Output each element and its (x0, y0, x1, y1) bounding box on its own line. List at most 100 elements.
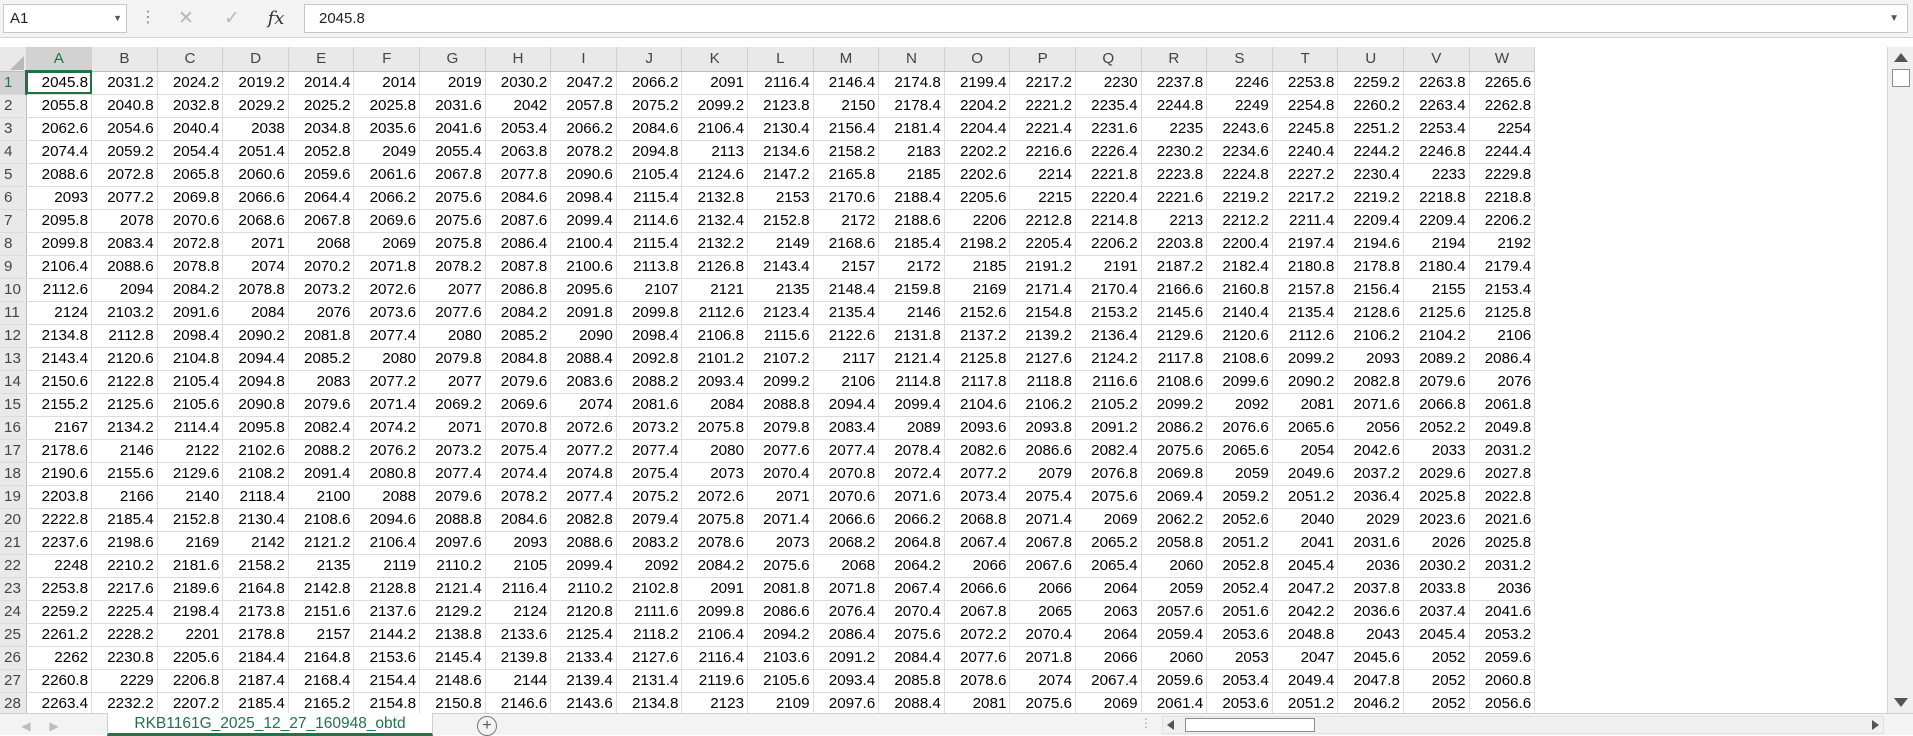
cell[interactable]: 2225.4 (91, 600, 158, 624)
cell[interactable]: 2235 (1141, 117, 1208, 141)
cell[interactable]: 2069.8 (1141, 462, 1208, 486)
cell[interactable]: 2180.8 (1272, 255, 1339, 279)
cell[interactable]: 2204.4 (944, 117, 1011, 141)
cell[interactable]: 2228.2 (91, 623, 158, 647)
cell[interactable]: 2084.2 (681, 554, 749, 578)
cell[interactable]: 2072.6 (353, 278, 421, 302)
cell[interactable]: 2135 (747, 278, 814, 302)
cell[interactable]: 2032.8 (157, 94, 224, 118)
cell[interactable]: 2076 (1469, 370, 1536, 394)
cell[interactable]: 2121.2 (288, 531, 355, 555)
cell[interactable]: 2084 (222, 301, 289, 325)
cell[interactable]: 2124.6 (681, 163, 749, 187)
cell[interactable]: 2088.8 (419, 508, 486, 532)
cell[interactable]: 2030.2 (1403, 554, 1470, 578)
row-header[interactable]: 24 (0, 600, 27, 624)
cell[interactable]: 2220.4 (1075, 186, 1142, 210)
cell[interactable]: 2185.4 (222, 692, 289, 713)
sheet-next-icon[interactable]: ▶ (46, 718, 62, 734)
cell[interactable]: 2042.6 (1337, 439, 1404, 463)
cell[interactable]: 2091 (681, 71, 749, 95)
cell[interactable]: 2081 (1272, 393, 1339, 417)
cell[interactable]: 2099.4 (550, 209, 617, 233)
cell[interactable]: 2209.4 (1403, 209, 1470, 233)
cell[interactable]: 2076 (288, 301, 355, 325)
cell[interactable]: 2120.6 (1206, 324, 1273, 348)
cell[interactable]: 2069 (1075, 508, 1142, 532)
column-header[interactable]: U (1337, 47, 1404, 72)
cell[interactable]: 2125.6 (91, 393, 158, 417)
sheet-prev-icon[interactable]: ◀ (18, 718, 34, 734)
cell[interactable]: 2080.8 (353, 462, 421, 486)
cell[interactable]: 2077.2 (944, 462, 1011, 486)
cell[interactable]: 2262 (26, 646, 93, 670)
cell[interactable]: 2205.6 (157, 646, 224, 670)
cell[interactable]: 2052.4 (1206, 577, 1273, 601)
cell[interactable]: 2061.8 (1469, 393, 1536, 417)
cell[interactable]: 2064.2 (878, 554, 945, 578)
cell[interactable]: 2191.2 (1009, 255, 1076, 279)
cell[interactable]: 2150.8 (419, 692, 486, 713)
cell[interactable]: 2115.6 (747, 324, 814, 348)
cell[interactable]: 2106.4 (681, 117, 749, 141)
cell[interactable]: 2066.2 (550, 117, 617, 141)
cell[interactable]: 2205.4 (1009, 232, 1076, 256)
cell[interactable]: 2098.4 (157, 324, 224, 348)
cell[interactable]: 2068.2 (813, 531, 880, 555)
cell[interactable]: 2071.8 (353, 255, 421, 279)
column-header[interactable]: B (91, 47, 158, 72)
row-header[interactable]: 27 (0, 669, 27, 693)
cell[interactable]: 2262.8 (1469, 94, 1536, 118)
cell[interactable]: 2158.2 (813, 140, 880, 164)
cell[interactable]: 2106.2 (1337, 324, 1404, 348)
cell[interactable]: 2131.4 (616, 669, 683, 693)
cell[interactable]: 2157 (813, 255, 880, 279)
tab-split-grip-icon[interactable]: ⋮ (1140, 716, 1153, 730)
cell[interactable]: 2119.6 (681, 669, 749, 693)
cell[interactable]: 2178.8 (222, 623, 289, 647)
cell[interactable]: 2077.4 (353, 324, 421, 348)
column-header[interactable]: P (1009, 47, 1076, 72)
cell[interactable]: 2143.6 (550, 692, 617, 713)
cell[interactable]: 2069 (353, 232, 421, 256)
cell[interactable]: 2079.8 (747, 416, 814, 440)
cell[interactable]: 2194 (1403, 232, 1470, 256)
cell[interactable]: 2158.2 (222, 554, 289, 578)
cell[interactable]: 2047.2 (1272, 577, 1339, 601)
cell[interactable]: 2081.8 (288, 324, 355, 348)
cell[interactable]: 2244.4 (1469, 140, 1536, 164)
cell[interactable]: 2134.6 (747, 140, 814, 164)
cell[interactable]: 2156.4 (1337, 278, 1404, 302)
cell[interactable]: 2065.6 (1272, 416, 1339, 440)
cell[interactable]: 2133.4 (550, 646, 617, 670)
cell[interactable]: 2079.6 (419, 485, 486, 509)
cell[interactable]: 2095.8 (26, 209, 93, 233)
cell[interactable]: 2121 (681, 278, 749, 302)
cell[interactable]: 2074.2 (353, 416, 421, 440)
cell[interactable]: 2191 (1075, 255, 1142, 279)
cell[interactable]: 2075.6 (1075, 485, 1142, 509)
cell[interactable]: 2068.6 (222, 209, 289, 233)
cell[interactable]: 2259.2 (1337, 71, 1404, 95)
cell[interactable]: 2230.4 (1337, 163, 1404, 187)
cell[interactable]: 2077.4 (616, 439, 683, 463)
cell[interactable]: 2245.8 (1272, 117, 1339, 141)
column-header[interactable]: H (485, 47, 552, 72)
cell[interactable]: 2037.8 (1337, 577, 1404, 601)
cell[interactable]: 2226.4 (1075, 140, 1142, 164)
cell[interactable]: 2103.2 (91, 301, 158, 325)
cell[interactable]: 2187.4 (222, 669, 289, 693)
cell[interactable]: 2082.6 (944, 439, 1011, 463)
cell[interactable]: 2056 (1337, 416, 1404, 440)
cell[interactable]: 2075.6 (747, 554, 814, 578)
cell[interactable]: 2121.4 (878, 347, 945, 371)
cell[interactable]: 2253.4 (1403, 117, 1470, 141)
cell[interactable]: 2263.8 (1403, 71, 1470, 95)
cell[interactable]: 2129.6 (1141, 324, 1208, 348)
column-header[interactable]: N (878, 47, 945, 72)
cell[interactable]: 2084.4 (878, 646, 945, 670)
cell[interactable]: 2051.2 (1272, 692, 1339, 713)
cell[interactable]: 2216.6 (1009, 140, 1076, 164)
cell[interactable]: 2077.4 (419, 462, 486, 486)
cell[interactable]: 2099.4 (550, 554, 617, 578)
